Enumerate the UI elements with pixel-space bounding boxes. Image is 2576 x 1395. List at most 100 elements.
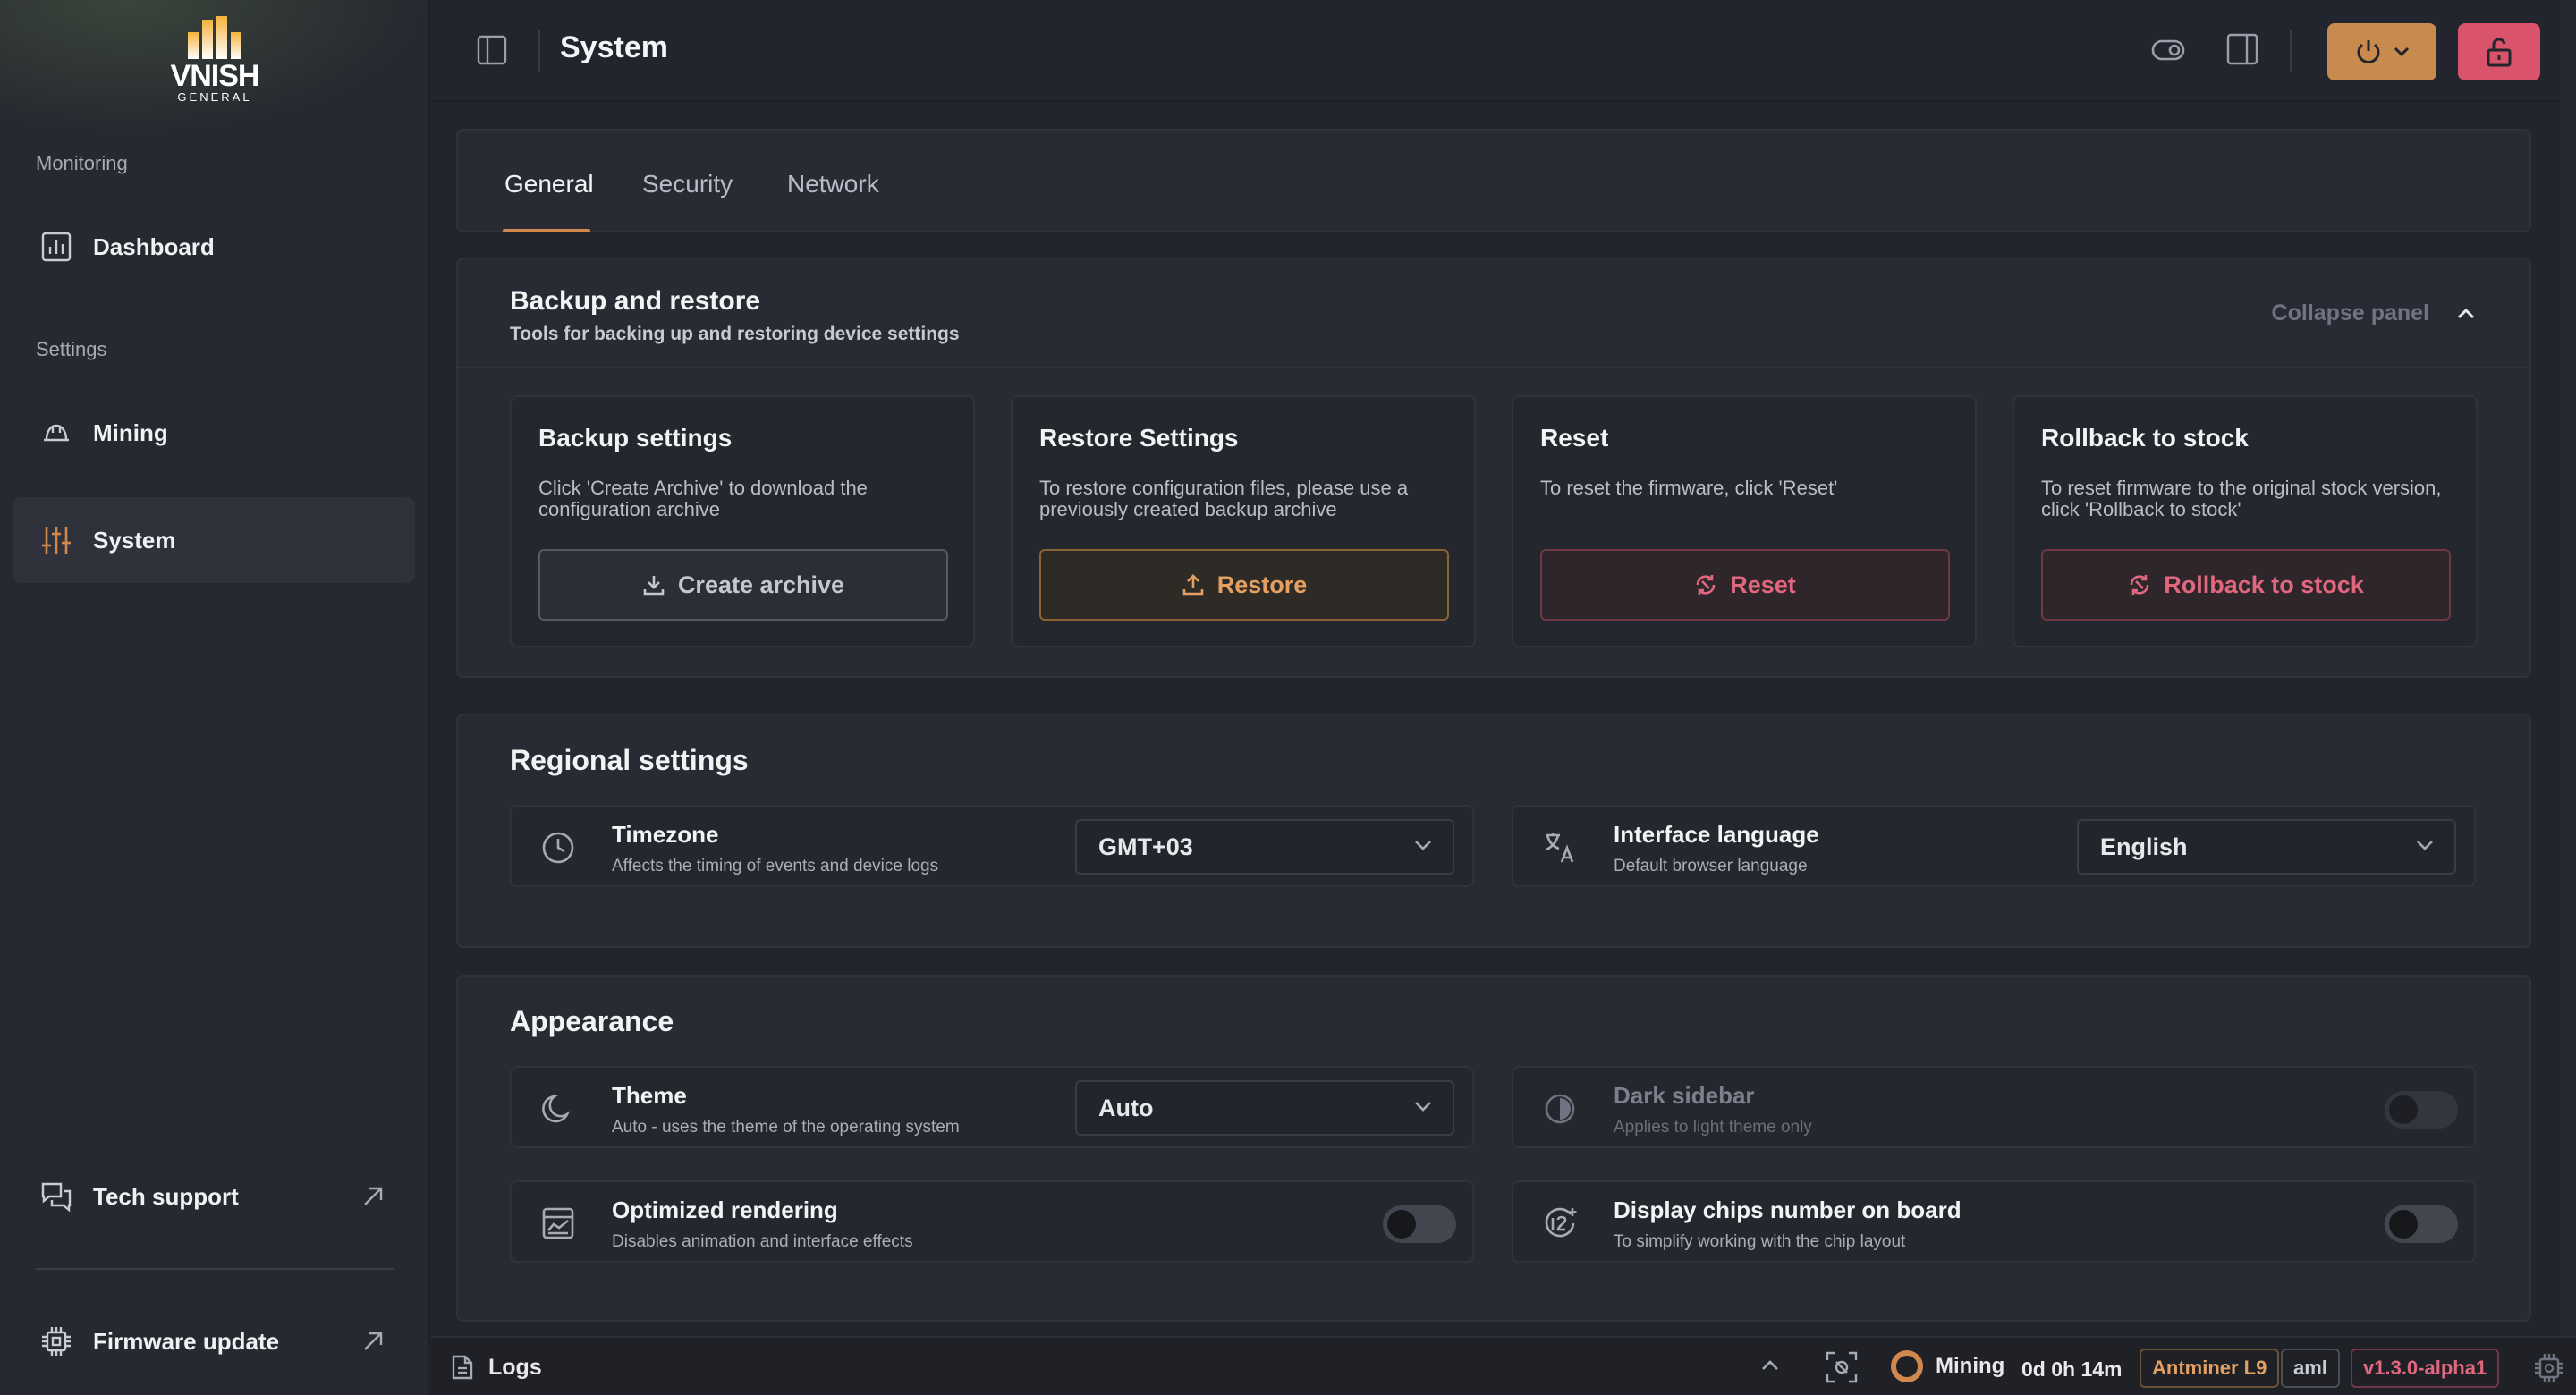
toggle-knob <box>1387 1210 1416 1239</box>
sidebar-toggle-icon[interactable] <box>476 34 508 66</box>
language-select[interactable]: English <box>2077 819 2456 875</box>
uptime: 0d 0h 14m <box>2021 1357 2123 1381</box>
optimized-rendering-setting: Optimized rendering Disables animation a… <box>510 1180 1474 1263</box>
sidebar-item-tech-support[interactable]: Tech support <box>13 1154 415 1239</box>
interface-language-setting: Interface language Default browser langu… <box>1512 805 2476 887</box>
sidebar-item-label: Mining <box>93 418 168 446</box>
sidebar-item-system[interactable]: System <box>13 497 415 583</box>
restore-button[interactable]: Restore <box>1039 549 1449 621</box>
hard-hat-icon <box>39 416 73 450</box>
mining-status: Mining <box>1891 1350 2004 1382</box>
setting-name: Theme <box>612 1082 687 1109</box>
optimized-rendering-toggle[interactable] <box>1383 1205 1456 1243</box>
section-title: Regional settings <box>510 744 749 776</box>
setting-name: Timezone <box>612 821 719 848</box>
panel-subtitle: Tools for backing up and restoring devic… <box>510 324 960 344</box>
download-icon <box>642 573 665 596</box>
sliders-icon <box>39 523 73 557</box>
section-label-settings: Settings <box>36 338 107 360</box>
logs-button[interactable]: Logs <box>451 1354 542 1381</box>
chevron-down-icon <box>1413 1100 1433 1112</box>
upload-icon <box>1182 573 1205 596</box>
chip-icon <box>39 1324 73 1358</box>
setting-description: Applies to light theme only <box>1614 1118 1812 1137</box>
section-label-monitoring: Monitoring <box>36 152 128 174</box>
sidebar-item-dashboard[interactable]: Dashboard <box>13 204 415 290</box>
timezone-select[interactable]: GMT+03 <box>1075 819 1454 875</box>
status-bar: Logs Mining 0d 0h 14m Antminer L9 aml v1… <box>431 1336 2576 1395</box>
card-description: To reset firmware to the original stock … <box>2041 477 2442 520</box>
chart-bar-icon <box>39 230 73 264</box>
performance-icon <box>538 1204 578 1243</box>
backup-restore-panel: Backup and restore Tools for backing up … <box>456 258 2531 678</box>
external-link-icon <box>361 1185 385 1208</box>
setting-name: Optimized rendering <box>612 1196 838 1223</box>
rollback-to-stock-button[interactable]: Rollback to stock <box>2041 549 2451 621</box>
card-title: Backup settings <box>538 424 733 452</box>
tab-security[interactable]: Security <box>642 170 733 199</box>
brand-logo[interactable]: VNISH GENERAL <box>161 13 268 106</box>
tab-active-indicator <box>503 229 590 232</box>
brand-name: VNISH <box>170 59 260 93</box>
sidebar-item-label: Firmware update <box>93 1327 280 1355</box>
card-title: Rollback to stock <box>2041 424 2249 452</box>
chevron-up-icon <box>2456 308 2476 320</box>
logo-bars-icon <box>188 16 242 59</box>
setting-description: Default browser language <box>1614 857 1808 875</box>
collapse-label: Collapse panel <box>2271 300 2429 326</box>
theme-toggle-icon[interactable] <box>2150 32 2186 68</box>
create-archive-button[interactable]: Create archive <box>538 549 948 621</box>
dark-sidebar-toggle[interactable] <box>2385 1091 2458 1129</box>
external-link-icon <box>361 1330 385 1353</box>
panel-title: Backup and restore <box>510 286 761 316</box>
display-chips-number-setting: Display chips number on board To simplif… <box>1512 1180 2476 1263</box>
focus-icon[interactable] <box>1825 1350 1859 1384</box>
power-icon <box>2353 37 2384 67</box>
panel-divider <box>458 367 2529 368</box>
theme-select[interactable]: Auto <box>1075 1080 1454 1136</box>
tab-network[interactable]: Network <box>787 170 879 199</box>
select-value: GMT+03 <box>1098 833 1193 860</box>
sidebar-item-label: Dashboard <box>93 232 215 260</box>
card-rollback-to-stock: Rollback to stock To reset firmware to t… <box>2012 395 2478 647</box>
sidebar-divider <box>36 1268 394 1270</box>
button-label: Rollback to stock <box>2164 571 2364 598</box>
chevron-up-icon[interactable] <box>1760 1359 1780 1372</box>
button-label: Create archive <box>677 571 845 598</box>
sidebar-item-firmware-update[interactable]: Firmware update <box>13 1298 415 1384</box>
header-divider <box>538 30 540 72</box>
toggle-knob <box>2389 1210 2418 1239</box>
theme-setting: Theme Auto - uses the theme of the opera… <box>510 1066 1474 1148</box>
setting-description: Auto - uses the theme of the operating s… <box>612 1118 960 1137</box>
power-menu-button[interactable] <box>2327 23 2436 80</box>
card-description: To reset the firmware, click 'Reset' <box>1540 477 1838 499</box>
right-panel-toggle-icon[interactable] <box>2225 32 2259 66</box>
scrollbar[interactable] <box>2560 0 2576 1336</box>
tabs-panel: General Security Network <box>456 129 2531 232</box>
setting-description: Disables animation and interface effects <box>612 1232 913 1251</box>
card-title: Reset <box>1540 424 1609 452</box>
setting-description: Affects the timing of events and device … <box>612 857 939 875</box>
button-label: Restore <box>1216 571 1308 598</box>
lock-button[interactable] <box>2458 23 2540 80</box>
version-badge: v1.3.0-alpha1 <box>2351 1348 2500 1388</box>
contrast-icon <box>1540 1089 1580 1129</box>
tab-general[interactable]: General <box>504 170 594 199</box>
section-title: Appearance <box>510 1005 674 1037</box>
card-restore-settings: Restore Settings To restore configuratio… <box>1011 395 1476 647</box>
reset-icon <box>1694 573 1717 596</box>
reset-button[interactable]: Reset <box>1540 549 1950 621</box>
chat-bubbles-icon <box>39 1179 73 1213</box>
display-chips-number-toggle[interactable] <box>2385 1205 2458 1243</box>
model-badge: Antminer L9 <box>2140 1348 2280 1388</box>
collapse-panel-button[interactable]: Collapse panel <box>2272 300 2476 326</box>
button-label: Reset <box>1730 571 1796 598</box>
sidebar-item-label: System <box>93 526 176 554</box>
chevron-down-icon <box>1413 839 1433 851</box>
document-icon <box>451 1354 474 1381</box>
card-description: Click 'Create Archive' to download the c… <box>538 477 868 520</box>
setting-name: Dark sidebar <box>1614 1082 1755 1109</box>
settings-chip-icon[interactable] <box>2531 1350 2567 1386</box>
sidebar-item-mining[interactable]: Mining <box>13 390 415 476</box>
sidebar-item-label: Tech support <box>93 1182 239 1210</box>
